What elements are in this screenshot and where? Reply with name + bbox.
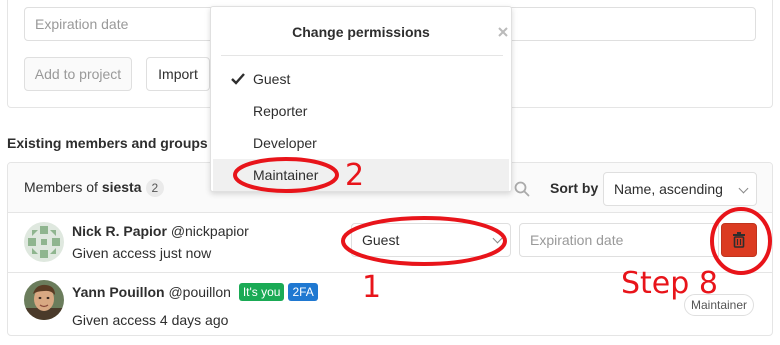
delete-member-button[interactable]	[721, 223, 757, 257]
avatar	[24, 280, 64, 320]
permission-option-reporter[interactable]: Reporter	[213, 95, 509, 127]
member-name-text: Nick R. Papior	[72, 223, 167, 239]
annotation-label-1: 1	[362, 270, 382, 305]
section-heading: Existing members and groups	[7, 135, 208, 151]
member-name[interactable]: Nick R. Papior @nickpapior	[72, 223, 249, 239]
sort-value: Name, ascending	[614, 181, 723, 197]
member-access-info: Given access 4 days ago	[72, 312, 229, 328]
avatar	[24, 222, 64, 262]
2fa-badge: 2FA	[288, 283, 318, 301]
chevron-down-icon	[492, 233, 503, 244]
dropdown-title: Change permissions	[292, 24, 430, 40]
member-name[interactable]: Yann Pouillon @pouillon It's you 2FA	[72, 283, 318, 301]
import-button[interactable]: Import	[146, 57, 210, 91]
member-handle: @pouillon	[168, 284, 231, 300]
permission-option-label: Maintainer	[253, 167, 319, 183]
sort-label: Sort by	[550, 180, 599, 196]
role-value: Guest	[362, 232, 400, 248]
add-to-project-button[interactable]: Add to project	[24, 57, 132, 91]
annotation-step-label: Step 8	[621, 266, 718, 301]
sort-select[interactable]: Name, ascending	[603, 172, 757, 206]
member-name-text: Yann Pouillon	[72, 284, 165, 300]
annotation-label-2: 2	[345, 158, 365, 193]
permission-option-label: Developer	[253, 135, 317, 151]
dropdown-divider	[221, 55, 503, 56]
permission-option-label: Reporter	[253, 103, 308, 119]
member-expiration-input[interactable]: Expiration date	[519, 223, 719, 257]
permission-option-guest[interactable]: Guest	[213, 63, 509, 95]
members-title-prefix: Members of	[24, 179, 102, 195]
trash-icon	[733, 232, 745, 248]
member-handle: @nickpapior	[170, 223, 249, 239]
member-access-info: Given access just now	[72, 245, 212, 261]
members-title: Members of siesta 2	[24, 179, 165, 197]
its-you-badge: It's you	[238, 283, 285, 301]
role-select[interactable]: Guest	[351, 223, 511, 257]
permission-option-developer[interactable]: Developer	[213, 127, 509, 159]
permission-option-label: Guest	[253, 71, 291, 87]
chevron-down-icon	[738, 183, 749, 194]
project-name: siesta	[101, 179, 142, 195]
search-icon[interactable]	[508, 173, 538, 205]
checkmark-icon	[231, 63, 245, 95]
member-count-badge: 2	[145, 179, 165, 197]
